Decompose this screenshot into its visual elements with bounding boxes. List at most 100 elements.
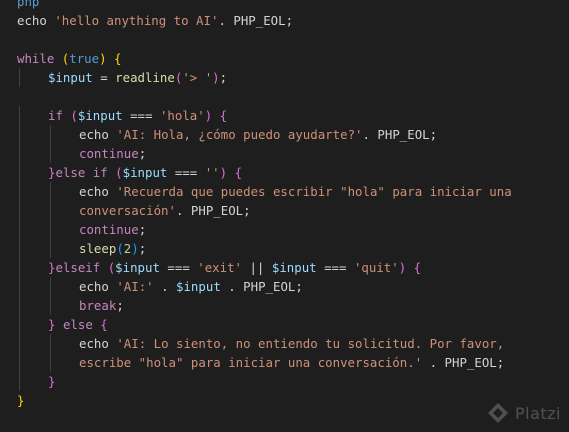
code-token: php xyxy=(17,0,40,9)
code-line[interactable]: continue; xyxy=(0,220,569,239)
code-line[interactable]: echo 'AI: Lo siento, no entiendo tu soli… xyxy=(0,334,569,353)
code-token: ; xyxy=(138,146,147,161)
indent-guide xyxy=(19,334,20,353)
code-token: ( xyxy=(70,108,78,123)
code-line[interactable]: $input = readline('> '); xyxy=(0,68,569,87)
indent-guide xyxy=(19,144,20,163)
indent-guide xyxy=(50,334,51,353)
code-token: ) xyxy=(212,70,220,85)
code-token: echo xyxy=(79,127,117,142)
code-token: ( xyxy=(115,165,123,180)
code-token: true xyxy=(69,51,100,66)
indent-guide xyxy=(50,296,51,315)
code-token: 'Recuerda que puedes escribir "hola" par… xyxy=(116,184,512,199)
code-token: elseif xyxy=(55,260,101,275)
indent-guide xyxy=(19,372,20,391)
platzi-logo-icon xyxy=(487,403,508,423)
code-token: $input xyxy=(115,260,160,275)
code-token: '> ' xyxy=(182,70,213,85)
code-token: continue xyxy=(79,222,139,237)
indent-guide xyxy=(19,315,20,334)
code-line[interactable]: echo 'hello anything to AI'. PHP_EOL; xyxy=(0,11,569,30)
indent-guide xyxy=(19,258,20,277)
code-token: ; xyxy=(138,241,147,256)
code-token: ) xyxy=(131,241,139,256)
code-lines[interactable]: php echo 'hello anything to AI'. PHP_EOL;… xyxy=(0,0,569,410)
code-token: else xyxy=(62,317,93,332)
code-line[interactable]: while (true) { xyxy=(0,49,569,68)
code-line[interactable]: php xyxy=(0,0,569,11)
code-token: escribe "hola" para iniciar una conversa… xyxy=(79,355,423,370)
code-token: $input xyxy=(271,260,317,275)
code-token: { xyxy=(114,51,122,66)
code-token: || xyxy=(242,260,272,275)
code-token: $input xyxy=(122,165,168,180)
code-token: { xyxy=(100,317,108,332)
indent-guide xyxy=(19,163,20,182)
code-token: 'hello anything to AI' xyxy=(54,13,219,28)
indent-guide xyxy=(19,220,20,239)
indent-guide xyxy=(50,144,51,163)
code-token: continue xyxy=(79,146,139,161)
code-token: ( xyxy=(116,241,124,256)
code-line[interactable]: echo 'AI:' . $input . PHP_EOL; xyxy=(0,277,569,296)
code-line[interactable]: }else if ($input === '') { xyxy=(0,163,569,182)
code-token: ; xyxy=(219,70,228,85)
watermark-text: Platzi xyxy=(514,403,561,423)
indent-guide xyxy=(19,68,20,87)
code-token: 'AI:' xyxy=(116,279,154,294)
code-token: . PHP_EOL; xyxy=(218,13,294,28)
indent-guide xyxy=(50,182,51,201)
code-line[interactable] xyxy=(0,30,569,49)
indent-guide xyxy=(19,182,20,201)
code-line[interactable]: }elseif ($input === 'exit' || $input ===… xyxy=(0,258,569,277)
code-token: $input xyxy=(77,108,123,123)
code-line[interactable]: if ($input === 'hola') { xyxy=(0,106,569,125)
code-token: echo xyxy=(79,336,117,351)
code-token: ; xyxy=(116,298,124,313)
code-editor[interactable]: php echo 'hello anything to AI'. PHP_EOL;… xyxy=(0,0,569,432)
code-token: sleep xyxy=(79,241,117,256)
code-line[interactable]: conversación'. PHP_EOL; xyxy=(0,201,569,220)
code-token: 'exit' xyxy=(197,260,243,275)
code-line[interactable]: escribe "hola" para iniciar una conversa… xyxy=(0,353,569,372)
code-token: . PHP_EOL; xyxy=(362,127,438,142)
code-token: === xyxy=(122,108,160,123)
code-token: break xyxy=(79,298,117,313)
code-token: = xyxy=(92,70,116,85)
code-token: else if xyxy=(55,165,108,180)
code-line[interactable]: } xyxy=(0,391,569,410)
code-line[interactable]: } xyxy=(0,372,569,391)
indent-guide xyxy=(19,239,20,258)
code-token: echo xyxy=(79,184,117,199)
code-token: { xyxy=(234,165,243,180)
code-line[interactable]: echo 'Recuerda que puedes escribir "hola… xyxy=(0,182,569,201)
code-line[interactable]: continue; xyxy=(0,144,569,163)
code-line[interactable]: } else { xyxy=(0,315,569,334)
indent-guide xyxy=(19,201,20,220)
indent-guide xyxy=(50,353,51,372)
code-token: . PHP_EOL; xyxy=(175,203,251,218)
code-line[interactable] xyxy=(0,87,569,106)
code-token: ) xyxy=(99,51,107,66)
code-token: 'AI: Hola, ¿cómo puedo ayudarte?' xyxy=(116,127,363,142)
code-token: 'hola' xyxy=(159,108,205,123)
code-token: conversación' xyxy=(79,203,176,218)
code-line[interactable]: sleep(2); xyxy=(0,239,569,258)
code-token: readline xyxy=(115,70,175,85)
code-token: echo xyxy=(79,279,117,294)
indent-guide xyxy=(50,277,51,296)
indent-guide xyxy=(50,201,51,220)
code-token: } xyxy=(17,393,25,408)
code-line[interactable]: echo 'AI: Hola, ¿cómo puedo ayudarte?'. … xyxy=(0,125,569,144)
code-token: 'AI: Lo siento, no entiendo tu solicitud… xyxy=(116,336,505,351)
code-line[interactable]: break; xyxy=(0,296,569,315)
code-token: } xyxy=(48,374,56,389)
code-token: while xyxy=(17,51,55,66)
code-token: $input xyxy=(176,279,221,294)
